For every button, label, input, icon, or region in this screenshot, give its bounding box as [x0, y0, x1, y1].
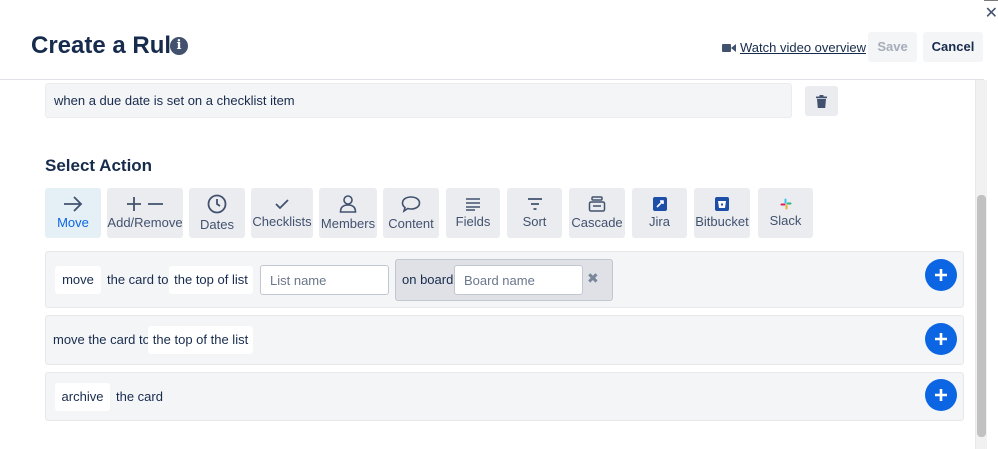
card-to-text: the card to	[107, 272, 169, 287]
tab-content[interactable]: Content	[383, 188, 439, 238]
tab-checklists[interactable]: Checklists	[251, 188, 313, 238]
plus-minus-icon	[127, 197, 163, 211]
tab-label: Members	[320, 216, 376, 231]
tab-move[interactable]: Move	[45, 188, 101, 238]
sort-icon	[527, 198, 542, 210]
watch-video-label: Watch video overview	[740, 40, 866, 55]
tab-cascade[interactable]: Cascade	[569, 188, 625, 238]
list-name-input[interactable]	[260, 265, 389, 295]
clear-board-icon[interactable]: ✖	[587, 270, 599, 287]
tab-label: Move	[57, 215, 89, 230]
plus-icon	[935, 333, 947, 345]
action-row-move-to-list: move the card to the top of list on boar…	[45, 251, 964, 308]
tab-fields[interactable]: Fields	[446, 188, 500, 238]
plus-icon	[935, 389, 947, 401]
delete-trigger-button[interactable]	[805, 86, 838, 116]
tab-label: Jira	[649, 214, 670, 229]
tab-label: Bitbucket	[695, 214, 749, 229]
tab-label: Add/Remove	[107, 215, 183, 230]
page-title: Create a Rule	[31, 32, 185, 59]
clock-icon	[207, 194, 227, 214]
scrollbar-thumb[interactable]	[977, 195, 986, 437]
trigger-summary[interactable]: when a due date is set on a checklist it…	[45, 83, 792, 118]
tab-label: Cascade	[571, 215, 623, 230]
info-icon[interactable]: i	[170, 37, 188, 55]
speech-bubble-icon	[401, 196, 421, 213]
board-selector-group: on board ✖	[395, 259, 613, 301]
trash-icon	[816, 94, 827, 108]
archive-option-chip[interactable]: archive	[55, 383, 110, 411]
tab-label: Checklists	[252, 214, 312, 229]
tab-label: Dates	[200, 217, 234, 232]
position-option-chip[interactable]: the top of list	[169, 266, 253, 294]
on-board-label: on board	[402, 272, 454, 287]
modal-header: Create a Rule i Watch video overview Sav…	[0, 0, 984, 80]
stack-icon	[588, 196, 606, 212]
tab-jira[interactable]: Jira	[632, 188, 687, 238]
tab-dates[interactable]: Dates	[189, 188, 245, 238]
add-action-button[interactable]	[925, 323, 957, 355]
cancel-button[interactable]: Cancel	[923, 32, 983, 62]
the-card-text: the card	[116, 389, 163, 404]
tab-label: Content	[388, 216, 434, 231]
add-action-button[interactable]	[925, 379, 957, 411]
tab-bitbucket[interactable]: Bitbucket	[694, 188, 750, 238]
action-row-move-to-top: move the card to the top of the list	[45, 315, 964, 365]
watch-video-link[interactable]: Watch video overview	[722, 40, 866, 55]
tab-slack[interactable]: Slack	[758, 188, 813, 238]
tab-label: Sort	[522, 214, 547, 229]
select-action-title: Select Action	[45, 156, 153, 175]
position-option-chip[interactable]: the top of the list	[148, 326, 253, 354]
arrow-right-icon	[64, 196, 83, 212]
move-option-chip[interactable]: move	[55, 266, 101, 294]
plus-icon	[935, 269, 947, 281]
tab-add-remove[interactable]: Add/Remove	[107, 188, 183, 238]
tab-label: Fields	[455, 214, 491, 229]
close-icon[interactable]: ✕	[985, 6, 998, 22]
checkmark-icon	[275, 199, 289, 210]
lines-icon	[466, 198, 480, 211]
save-button[interactable]: Save	[868, 32, 917, 62]
jira-icon	[652, 197, 667, 211]
slack-icon	[780, 198, 791, 210]
add-action-button[interactable]	[925, 259, 957, 291]
video-camera-icon	[722, 43, 736, 52]
tab-sort[interactable]: Sort	[507, 188, 562, 238]
move-card-to-text: move the card to	[53, 332, 150, 347]
tab-members[interactable]: Members	[319, 188, 377, 238]
bitbucket-icon	[715, 197, 729, 211]
action-row-archive: archive the card	[45, 372, 964, 421]
tab-label: Slack	[769, 213, 802, 228]
person-icon	[339, 195, 357, 213]
board-name-input[interactable]	[454, 265, 583, 295]
